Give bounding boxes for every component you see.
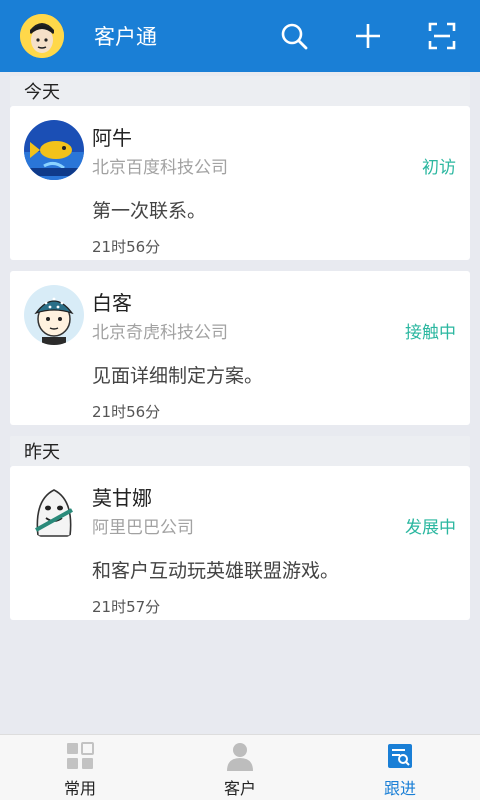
status-badge: 发展中 xyxy=(405,518,456,538)
status-badge: 初访 xyxy=(422,158,456,178)
ocean-avatar-icon xyxy=(24,120,84,180)
followup-card[interactable]: 白客 北京奇虎科技公司 接触中 见面详细制定方案。 21时56分 xyxy=(10,271,470,425)
plus-icon xyxy=(356,24,380,48)
nav-label: 客户 xyxy=(223,779,256,798)
search-button[interactable] xyxy=(270,12,318,60)
profile-avatar[interactable] xyxy=(20,14,64,58)
followup-note: 和客户互动玩英雄联盟游戏。 xyxy=(92,560,340,582)
scan-button[interactable] xyxy=(418,12,466,60)
nav-item-customers[interactable]: 客户 xyxy=(160,735,320,800)
followup-note: 见面详细制定方案。 xyxy=(92,365,264,387)
top-bar: 客户通 xyxy=(0,0,480,72)
followup-card[interactable]: 阿牛 北京百度科技公司 初访 第一次联系。 21时56分 xyxy=(10,106,470,260)
app-title: 客户通 xyxy=(94,25,157,49)
search-icon xyxy=(281,23,308,50)
followup-icon xyxy=(388,744,412,768)
section-header-yesterday: 昨天 xyxy=(10,436,470,466)
meme-face-avatar-icon xyxy=(24,480,84,540)
scan-icon xyxy=(428,22,456,50)
nav-label: 跟进 xyxy=(383,779,416,798)
bandana-boy-avatar-icon xyxy=(24,285,84,345)
customer-name: 阿牛 xyxy=(92,126,132,150)
nav-item-followup[interactable]: 跟进 xyxy=(320,735,480,800)
section-header-today: 今天 xyxy=(10,76,470,106)
nav-label: 常用 xyxy=(63,779,96,798)
toolbar-actions xyxy=(270,12,480,60)
customer-avatar xyxy=(24,480,84,540)
nav-item-common[interactable]: 常用 xyxy=(0,735,160,800)
add-button[interactable] xyxy=(344,12,392,60)
followup-time: 21时56分 xyxy=(92,403,161,421)
cartoon-face-icon xyxy=(20,14,64,58)
followup-time: 21时57分 xyxy=(92,598,161,616)
customer-avatar xyxy=(24,120,84,180)
person-icon xyxy=(227,743,253,771)
customer-name: 莫甘娜 xyxy=(92,486,152,510)
company-name: 北京奇虎科技公司 xyxy=(92,323,228,343)
company-name: 阿里巴巴公司 xyxy=(92,518,194,538)
company-name: 北京百度科技公司 xyxy=(92,158,228,178)
status-badge: 接触中 xyxy=(405,323,456,343)
customer-name: 白客 xyxy=(92,291,132,315)
followup-card[interactable]: 莫甘娜 阿里巴巴公司 发展中 和客户互动玩英雄联盟游戏。 21时57分 xyxy=(10,466,470,620)
followup-time: 21时56分 xyxy=(92,238,161,256)
bottom-nav: 常用 客户 跟进 xyxy=(0,734,480,800)
customer-avatar xyxy=(24,285,84,345)
grid-icon xyxy=(67,742,94,769)
followup-note: 第一次联系。 xyxy=(92,200,207,222)
